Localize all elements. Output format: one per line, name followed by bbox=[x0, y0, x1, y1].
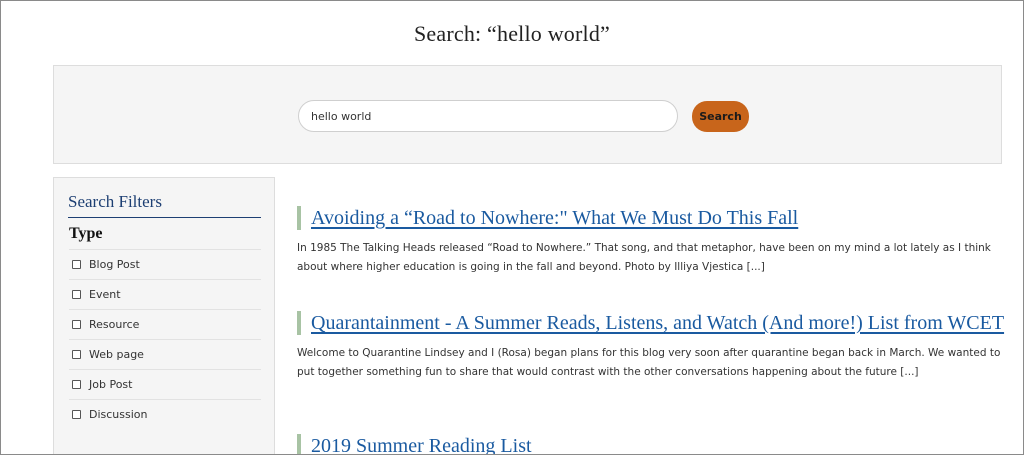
checkbox-icon[interactable] bbox=[72, 290, 81, 299]
filter-resource[interactable]: Resource bbox=[69, 309, 261, 339]
search-filters-sidebar: Search Filters Type Blog Post Event Reso… bbox=[53, 177, 275, 454]
checkbox-icon[interactable] bbox=[72, 410, 81, 419]
result-excerpt: Welcome to Quarantine Lindsey and I (Ros… bbox=[297, 347, 1001, 378]
search-button[interactable]: Search bbox=[692, 101, 749, 132]
filter-label: Job Post bbox=[89, 378, 133, 391]
filter-event[interactable]: Event bbox=[69, 279, 261, 309]
filter-label: Blog Post bbox=[89, 258, 140, 271]
result-title-link[interactable]: Quarantainment - A Summer Reads, Listens… bbox=[297, 311, 1009, 335]
filter-job-post[interactable]: Job Post bbox=[69, 369, 261, 399]
filters-title: Search Filters bbox=[68, 192, 261, 218]
checkbox-icon[interactable] bbox=[72, 350, 81, 359]
search-result: 2019 Summer Reading List bbox=[297, 434, 1009, 454]
checkbox-icon[interactable] bbox=[72, 260, 81, 269]
filter-blog-post[interactable]: Blog Post bbox=[69, 249, 261, 279]
search-panel: Search bbox=[53, 65, 1002, 164]
page-title: Search: “hello world” bbox=[413, 21, 610, 46]
filter-web-page[interactable]: Web page bbox=[69, 339, 261, 369]
filters-type-heading: Type bbox=[69, 225, 103, 242]
filter-label: Resource bbox=[89, 318, 140, 331]
filter-list: Blog Post Event Resource Web page Job Po… bbox=[69, 249, 261, 429]
filter-label: Event bbox=[89, 288, 121, 301]
filter-label: Discussion bbox=[89, 408, 148, 421]
checkbox-icon[interactable] bbox=[72, 380, 81, 389]
result-title-link[interactable]: Avoiding a “Road to Nowhere:" What We Mu… bbox=[297, 206, 1009, 230]
search-result: Avoiding a “Road to Nowhere:" What We Mu… bbox=[297, 206, 1009, 277]
result-title-link[interactable]: 2019 Summer Reading List bbox=[297, 434, 1009, 454]
search-result: Quarantainment - A Summer Reads, Listens… bbox=[297, 311, 1009, 382]
browser-viewport: Search: “hello world” Search Search Filt… bbox=[0, 0, 1024, 455]
checkbox-icon[interactable] bbox=[72, 320, 81, 329]
result-excerpt: In 1985 The Talking Heads released “Road… bbox=[297, 242, 991, 273]
search-input[interactable] bbox=[298, 100, 678, 132]
filter-discussion[interactable]: Discussion bbox=[69, 399, 261, 429]
filter-label: Web page bbox=[89, 348, 144, 361]
